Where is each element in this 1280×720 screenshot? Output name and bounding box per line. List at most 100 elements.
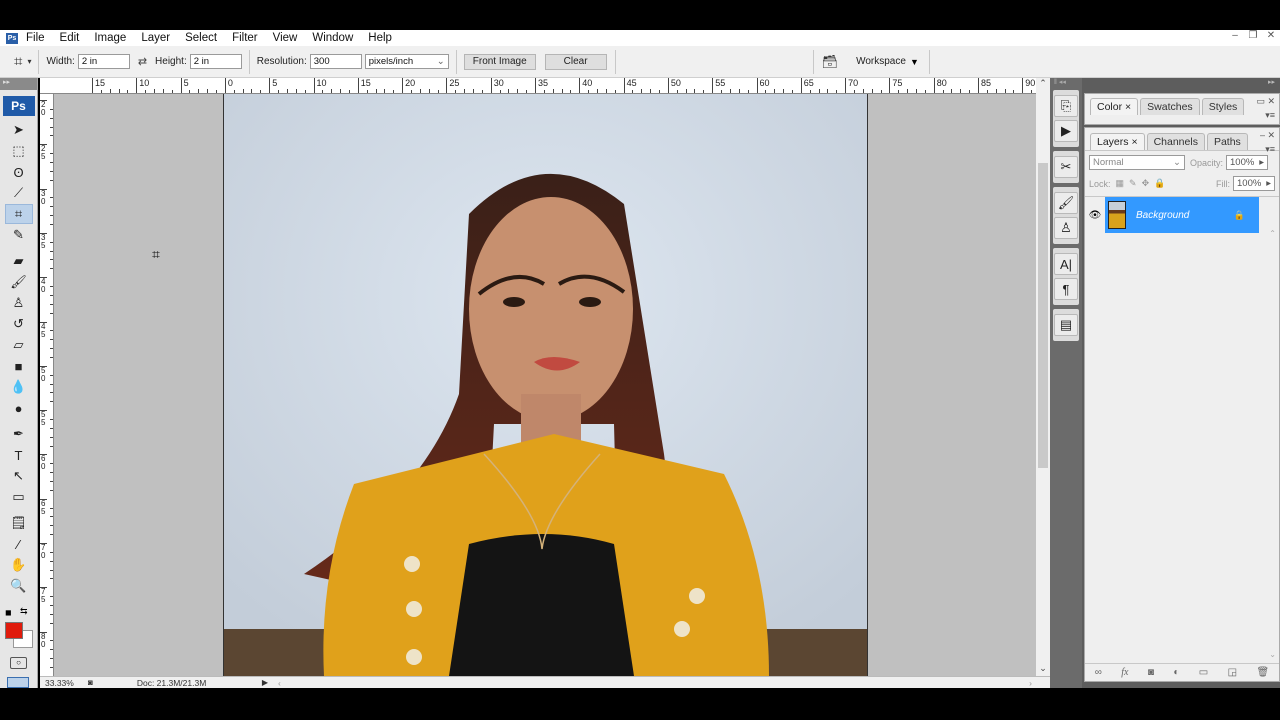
resolution-input[interactable] — [309, 54, 362, 69]
toolbox-grip[interactable]: ▸▸ — [0, 78, 37, 90]
panel-minimize-close-icon[interactable]: – ✕ — [1260, 130, 1275, 141]
crop-tool-icon[interactable]: ⌗ — [4, 204, 33, 224]
vertical-scrollbar[interactable]: ⌃ ⌄ — [1036, 78, 1050, 676]
layer-item-background[interactable]: Background 🔒 — [1105, 197, 1259, 233]
zoom-tool-icon[interactable]: 🔍 — [5, 576, 33, 596]
menu-image[interactable]: Image — [94, 32, 126, 44]
adjustment-layer-icon[interactable]: ◐ — [1173, 667, 1179, 678]
marquee-tool-icon[interactable]: ⬚ — [5, 141, 33, 161]
scrollbar-thumb[interactable] — [1038, 163, 1048, 468]
fill-input[interactable]: 100% ▸ — [1233, 176, 1275, 191]
new-group-icon[interactable]: ▭ — [1199, 667, 1208, 678]
height-input[interactable] — [189, 54, 242, 69]
brushes-panel-icon[interactable]: 🖌 — [1054, 192, 1078, 214]
clear-button[interactable]: Clear — [544, 53, 607, 70]
path-selection-tool-icon[interactable]: ↖ — [5, 466, 33, 486]
opacity-arrow-icon[interactable]: ▸ — [1259, 157, 1264, 168]
tab-channels[interactable]: Channels — [1146, 133, 1205, 150]
width-input[interactable] — [77, 54, 130, 69]
clone-stamp-tool-icon[interactable]: ♙ — [5, 293, 33, 313]
scroll-up-icon[interactable]: ⌃ — [1036, 78, 1050, 89]
blend-mode-select[interactable]: Normal ⌄ — [1089, 155, 1185, 170]
healing-brush-tool-icon[interactable]: ▰ — [5, 251, 33, 271]
lock-position-icon[interactable]: ✥ — [1142, 178, 1150, 189]
menu-filter[interactable]: Filter — [232, 32, 258, 44]
layer-name[interactable]: Background — [1136, 210, 1189, 221]
history-panel-icon[interactable]: ⎘ — [1054, 95, 1078, 117]
screen-mode-icon[interactable] — [7, 677, 29, 688]
lock-all-icon[interactable]: 🔒 — [1154, 178, 1165, 189]
actions-panel-icon[interactable]: ▶ — [1054, 120, 1078, 142]
foreground-color-swatch[interactable] — [5, 622, 23, 639]
panel-expand-icon[interactable]: ▸▸ — [1082, 78, 1280, 90]
zoom-level[interactable]: 33.33% — [40, 678, 80, 688]
tab-color[interactable]: Color × — [1090, 98, 1139, 115]
layer-style-icon[interactable]: fx — [1121, 667, 1128, 678]
gradient-tool-icon[interactable]: ■ — [5, 356, 33, 376]
menu-file[interactable]: File — [26, 32, 45, 44]
quick-mask-icon[interactable]: ○ — [10, 657, 27, 669]
lock-image-icon[interactable]: ✎ — [1129, 178, 1137, 189]
workspace-dropdown-icon[interactable]: ▼ — [910, 57, 919, 67]
layers-scroll-up-icon[interactable]: ⌃ — [1269, 229, 1276, 238]
crop-tool-preset-icon[interactable]: ⌗ — [14, 53, 22, 70]
layer-mask-icon[interactable]: ◙ — [1148, 667, 1154, 678]
panel-menu-icon[interactable]: ▾≡ — [1265, 110, 1275, 121]
tab-paths[interactable]: Paths — [1206, 133, 1248, 150]
resolution-unit-select[interactable]: pixels/inch ⌄ — [364, 54, 449, 69]
preset-dropdown-arrow-icon[interactable]: ▾ — [27, 57, 31, 66]
layer-row[interactable]: 👁 Background 🔒 — [1085, 197, 1279, 233]
swap-dimensions-icon[interactable]: ⇄ — [138, 55, 147, 68]
front-image-button[interactable]: Front Image — [463, 53, 536, 70]
default-colors-icon[interactable]: ◼ — [5, 608, 12, 617]
move-tool-icon[interactable]: ➤ — [5, 120, 33, 140]
workspace-button[interactable]: Workspace — [856, 56, 906, 67]
tab-styles[interactable]: Styles — [1201, 98, 1245, 115]
eraser-tool-icon[interactable]: ▱ — [5, 335, 33, 355]
bridge-icon[interactable]: 🗃 — [822, 54, 839, 70]
menu-view[interactable]: View — [273, 32, 298, 44]
menu-help[interactable]: Help — [368, 32, 392, 44]
swap-colors-icon[interactable]: ⇆ — [20, 606, 28, 617]
tab-swatches[interactable]: Swatches — [1140, 98, 1200, 115]
visibility-eye-icon[interactable]: 👁 — [1085, 210, 1105, 221]
type-tool-icon[interactable]: T — [5, 445, 33, 465]
magic-wand-tool-icon[interactable]: ⟋ — [5, 183, 33, 203]
character-panel-icon[interactable]: A| — [1054, 253, 1078, 275]
menu-window[interactable]: Window — [312, 32, 353, 44]
close-button[interactable]: ✕ — [1262, 30, 1280, 41]
notes-tool-icon[interactable]: 🗒 — [5, 513, 33, 533]
delete-layer-icon[interactable]: 🗑 — [1257, 667, 1270, 678]
minimize-button[interactable]: – — [1226, 30, 1244, 41]
slice-tool-icon[interactable]: ✎ — [5, 225, 33, 245]
lasso-tool-icon[interactable]: ʘ — [5, 162, 33, 182]
status-info-icon[interactable]: ◙ — [88, 678, 93, 687]
layer-comps-panel-icon[interactable]: ▤ — [1054, 314, 1078, 336]
menu-edit[interactable]: Edit — [60, 32, 80, 44]
lock-transparent-icon[interactable]: ▦ — [1116, 178, 1125, 189]
shape-tool-icon[interactable]: ▭ — [5, 487, 33, 507]
link-layers-icon[interactable]: ∞ — [1095, 667, 1102, 678]
menu-layer[interactable]: Layer — [141, 32, 170, 44]
hand-tool-icon[interactable]: ✋ — [5, 555, 33, 575]
dodge-tool-icon[interactable]: ● — [5, 398, 33, 418]
paragraph-panel-icon[interactable]: ¶ — [1054, 278, 1078, 300]
tab-layers[interactable]: Layers × — [1090, 133, 1145, 150]
history-brush-tool-icon[interactable]: ↺ — [5, 314, 33, 334]
scroll-left-icon[interactable]: ‹ — [278, 678, 281, 688]
blur-tool-icon[interactable]: 💧 — [5, 377, 33, 397]
close-tab-icon[interactable]: × — [1125, 101, 1131, 113]
clone-source-panel-icon[interactable]: ♙ — [1054, 217, 1078, 239]
opacity-input[interactable]: 100% ▸ — [1226, 155, 1269, 170]
scroll-down-icon[interactable]: ⌄ — [1036, 663, 1050, 674]
fill-arrow-icon[interactable]: ▸ — [1266, 178, 1271, 189]
new-layer-icon[interactable]: ◲ — [1228, 667, 1237, 678]
document-image[interactable] — [223, 94, 868, 676]
dock-collapse-icon[interactable]: ‖ ◂◂ — [1050, 78, 1082, 90]
eyedropper-tool-icon[interactable]: ⁄ — [5, 534, 33, 554]
pen-tool-icon[interactable]: ✒ — [5, 424, 33, 444]
panel-minimize-close-icon[interactable]: ▭ ✕ — [1256, 96, 1275, 107]
restore-button[interactable]: ❐ — [1244, 30, 1262, 41]
status-menu-arrow-icon[interactable]: ▶ — [262, 678, 268, 687]
close-tab-icon[interactable]: × — [1131, 136, 1137, 148]
